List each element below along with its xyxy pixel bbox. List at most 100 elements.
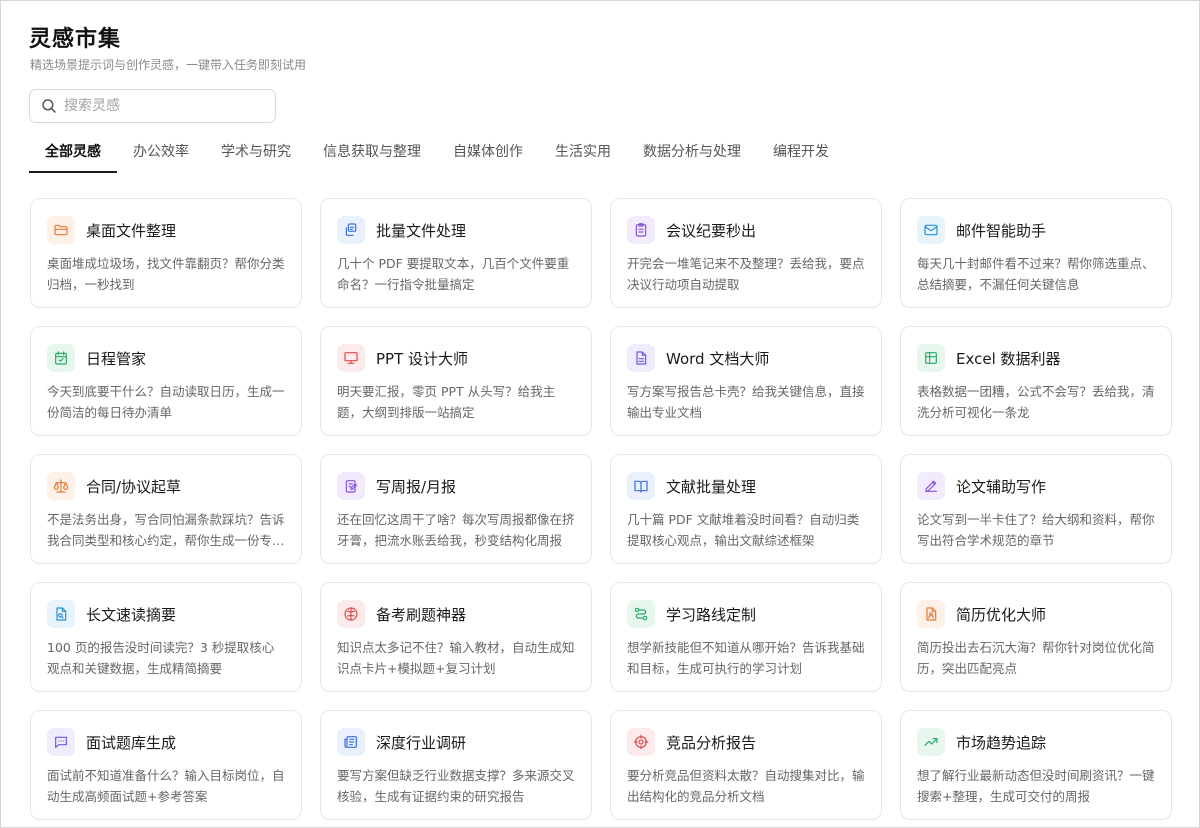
card-description: 表格数据一团糟，公式不会写？丢给我，清洗分析可视化一条龙	[917, 384, 1155, 420]
card-title: 论文辅助写作	[956, 477, 1047, 496]
card-description: 今天到底要干什么？自动读取日历，生成一份简洁的每日待办清单	[47, 384, 285, 420]
card-title: 备考刷题神器	[376, 605, 467, 624]
card-header: 文献批量处理	[627, 471, 865, 501]
card-description: 开完会一堆笔记来不及整理？丢给我，要点决议行动项自动提取	[627, 256, 865, 292]
card-header: 写周报/月报	[337, 471, 575, 501]
presentation-icon	[337, 344, 365, 372]
crosshair-icon	[627, 728, 655, 756]
inspiration-card[interactable]: 市场趋势追踪想了解行业最新动态但没时间刷资讯？一键搜索+整理，生成可交付的周报	[900, 710, 1172, 820]
card-header: 论文辅助写作	[917, 471, 1155, 501]
card-description: 知识点太多记不住？输入教材，自动生成知识点卡片+模拟题+复习计划	[337, 640, 575, 676]
trend-icon	[917, 728, 945, 756]
card-description: 想学新技能但不知道从哪开始？告诉我基础和目标，生成可执行的学习计划	[627, 640, 865, 676]
card-header: 深度行业调研	[337, 727, 575, 757]
inspiration-card[interactable]: Word 文档大师写方案写报告总卡壳？给我关键信息，直接输出专业文档	[610, 326, 882, 436]
inspiration-card[interactable]: 写周报/月报还在回忆这周干了啥？每次写周报都像在挤牙膏，把流水账丢给我，秒变结构…	[320, 454, 592, 564]
inspiration-card[interactable]: 竞品分析报告要分析竞品但资料太散？自动搜集对比，输出结构化的竞品分析文档	[610, 710, 882, 820]
card-description: 要分析竞品但资料太散？自动搜集对比，输出结构化的竞品分析文档	[627, 768, 865, 804]
tab-5[interactable]: 生活实用	[539, 137, 627, 173]
card-title: 市场趋势追踪	[956, 733, 1047, 752]
files-icon	[337, 216, 365, 244]
card-header: Word 文档大师	[627, 343, 865, 373]
inspiration-card[interactable]: 日程管家今天到底要干什么？自动读取日历，生成一份简洁的每日待办清单	[30, 326, 302, 436]
edit-note-icon	[337, 472, 365, 500]
card-description: 面试前不知道准备什么？输入目标岗位，自动生成高频面试题+参考答案	[47, 768, 285, 804]
inspiration-card[interactable]: 备考刷题神器知识点太多记不住？输入教材，自动生成知识点卡片+模拟题+复习计划	[320, 582, 592, 692]
table-icon	[917, 344, 945, 372]
inspiration-card[interactable]: 文献批量处理 几十篇 PDF 文献堆着没时间看？自动归类提取核心观点，输出文献综述…	[610, 454, 882, 564]
card-header: 邮件智能助手	[917, 215, 1155, 245]
card-description: 100 页的报告没时间读完？3 秒提取核心观点和关键数据，生成精简摘要	[47, 640, 275, 676]
card-header: 学习路线定制	[627, 599, 865, 629]
card-description: 想了解行业最新动态但没时间刷资讯？一键搜索+整理，生成可交付的周报	[917, 768, 1155, 804]
card-description: 论文写到一半卡住了？给大纲和资料，帮你写出符合学术规范的章节	[917, 512, 1155, 548]
tab-4[interactable]: 自媒体创作	[437, 137, 539, 173]
card-header: 长文速读摘要	[47, 599, 285, 629]
search-input[interactable]	[64, 98, 254, 114]
card-header: 批量文件处理	[337, 215, 575, 245]
card-title: Excel 数据利器	[956, 349, 1061, 368]
pen-icon	[917, 472, 945, 500]
tab-0[interactable]: 全部灵感	[29, 137, 117, 173]
card-title: 长文速读摘要	[86, 605, 177, 624]
inspiration-card[interactable]: 学习路线定制想学新技能但不知道从哪开始？告诉我基础和目标，生成可执行的学习计划	[610, 582, 882, 692]
inspiration-card[interactable]: 论文辅助写作论文写到一半卡住了？给大纲和资料，帮你写出符合学术规范的章节	[900, 454, 1172, 564]
file-text-icon	[47, 600, 75, 628]
card-title: 写周报/月报	[376, 477, 457, 496]
card-header: 竞品分析报告	[627, 727, 865, 757]
calendar-icon	[47, 344, 75, 372]
newspaper-icon	[337, 728, 365, 756]
card-description: 写方案写报告总卡壳？给我关键信息，直接输出专业文档	[627, 384, 865, 420]
card-title: 日程管家	[86, 349, 147, 368]
card-title: 简历优化大师	[956, 605, 1047, 624]
card-header: Excel 数据利器	[917, 343, 1155, 373]
card-description: 不是法务出身，写合同怕漏条款踩坑？告诉我合同类型和核心约定，帮你生成一份专业合同	[47, 512, 285, 548]
card-description: 桌面堆成垃圾场，找文件靠翻页？帮你分类归档，一秒找到	[47, 256, 285, 292]
resume-icon	[917, 600, 945, 628]
card-header: 会议纪要秒出	[627, 215, 865, 245]
search-box[interactable]	[29, 89, 276, 123]
card-header: 合同/协议起草	[47, 471, 285, 501]
inspiration-card[interactable]: Excel 数据利器表格数据一团糟，公式不会写？丢给我，清洗分析可视化一条龙	[900, 326, 1172, 436]
category-tabs: 全部灵感 办公效率 学术与研究 信息获取与整理 自媒体创作 生活实用 数据分析与处理 编程开发	[29, 137, 845, 173]
inspiration-card[interactable]: 面试题库生成面试前不知道准备什么？输入目标岗位，自动生成高频面试题+参考答案	[30, 710, 302, 820]
inspiration-card[interactable]: 会议纪要秒出开完会一堆笔记来不及整理？丢给我，要点决议行动项自动提取	[610, 198, 882, 308]
inspiration-card[interactable]: PPT 设计大师明天要汇报，零页 PPT 从头写？给我主题，大纲到排版一站搞定	[320, 326, 592, 436]
message-icon	[47, 728, 75, 756]
card-title: 面试题库生成	[86, 733, 177, 752]
inspiration-card[interactable]: 邮件智能助手 每天几十封邮件看不过来？帮你筛选重点、总结摘要，不漏任何关键信息	[900, 198, 1172, 308]
inspiration-card-grid: 桌面文件整理桌面堆成垃圾场，找文件靠翻页？帮你分类归档，一秒找到 批量文件处理 几十…	[30, 198, 1172, 820]
card-description: 简历投出去石沉大海？帮你针对岗位优化简历，突出匹配亮点	[917, 640, 1155, 676]
scale-icon	[47, 472, 75, 500]
card-title: 学习路线定制	[666, 605, 757, 624]
inspiration-card[interactable]: 批量文件处理 几十个 PDF 要提取文本，几百个文件要重命名？一行指令批量搞定	[320, 198, 592, 308]
page-title: 灵感市集	[29, 27, 122, 52]
card-header: PPT 设计大师	[337, 343, 575, 373]
card-description: 要写方案但缺乏行业数据支撑？多来源交叉核验，生成有证据约束的研究报告	[337, 768, 575, 804]
card-header: 备考刷题神器	[337, 599, 575, 629]
card-header: 日程管家	[47, 343, 285, 373]
tab-2[interactable]: 学术与研究	[205, 137, 307, 173]
card-title: 文献批量处理	[666, 477, 757, 496]
card-title: 批量文件处理	[376, 221, 467, 240]
card-title: 合同/协议起草	[86, 477, 182, 496]
card-header: 市场趋势追踪	[917, 727, 1155, 757]
card-title: 邮件智能助手	[956, 221, 1047, 240]
tab-7[interactable]: 编程开发	[757, 137, 845, 173]
card-header: 桌面文件整理	[47, 215, 285, 245]
inspiration-card[interactable]: 桌面文件整理桌面堆成垃圾场，找文件靠翻页？帮你分类归档，一秒找到	[30, 198, 302, 308]
tab-6[interactable]: 数据分析与处理	[627, 137, 757, 173]
card-title: Word 文档大师	[666, 349, 770, 368]
inspiration-card[interactable]: 长文速读摘要 100 页的报告没时间读完？3 秒提取核心观点和关键数据，生成精简摘…	[30, 582, 302, 692]
inspiration-card[interactable]: 合同/协议起草不是法务出身，写合同怕漏条款踩坑？告诉我合同类型和核心约定，帮你生…	[30, 454, 302, 564]
mail-icon	[917, 216, 945, 244]
page-subtitle: 精选场景提示词与创作灵感，一键带入任务即刻试用	[30, 58, 307, 72]
card-description: 还在回忆这周干了啥？每次写周报都像在挤牙膏，把流水账丢给我，秒变结构化周报	[337, 512, 575, 548]
inspiration-card[interactable]: 简历优化大师简历投出去石沉大海？帮你针对岗位优化简历，突出匹配亮点	[900, 582, 1172, 692]
tab-1[interactable]: 办公效率	[117, 137, 205, 173]
folder-icon	[47, 216, 75, 244]
tab-3[interactable]: 信息获取与整理	[307, 137, 437, 173]
card-description: 明天要汇报，零页 PPT 从头写？给我主题，大纲到排版一站搞定	[337, 384, 556, 420]
inspiration-card[interactable]: 深度行业调研要写方案但缺乏行业数据支撑？多来源交叉核验，生成有证据约束的研究报告	[320, 710, 592, 820]
card-header: 面试题库生成	[47, 727, 285, 757]
